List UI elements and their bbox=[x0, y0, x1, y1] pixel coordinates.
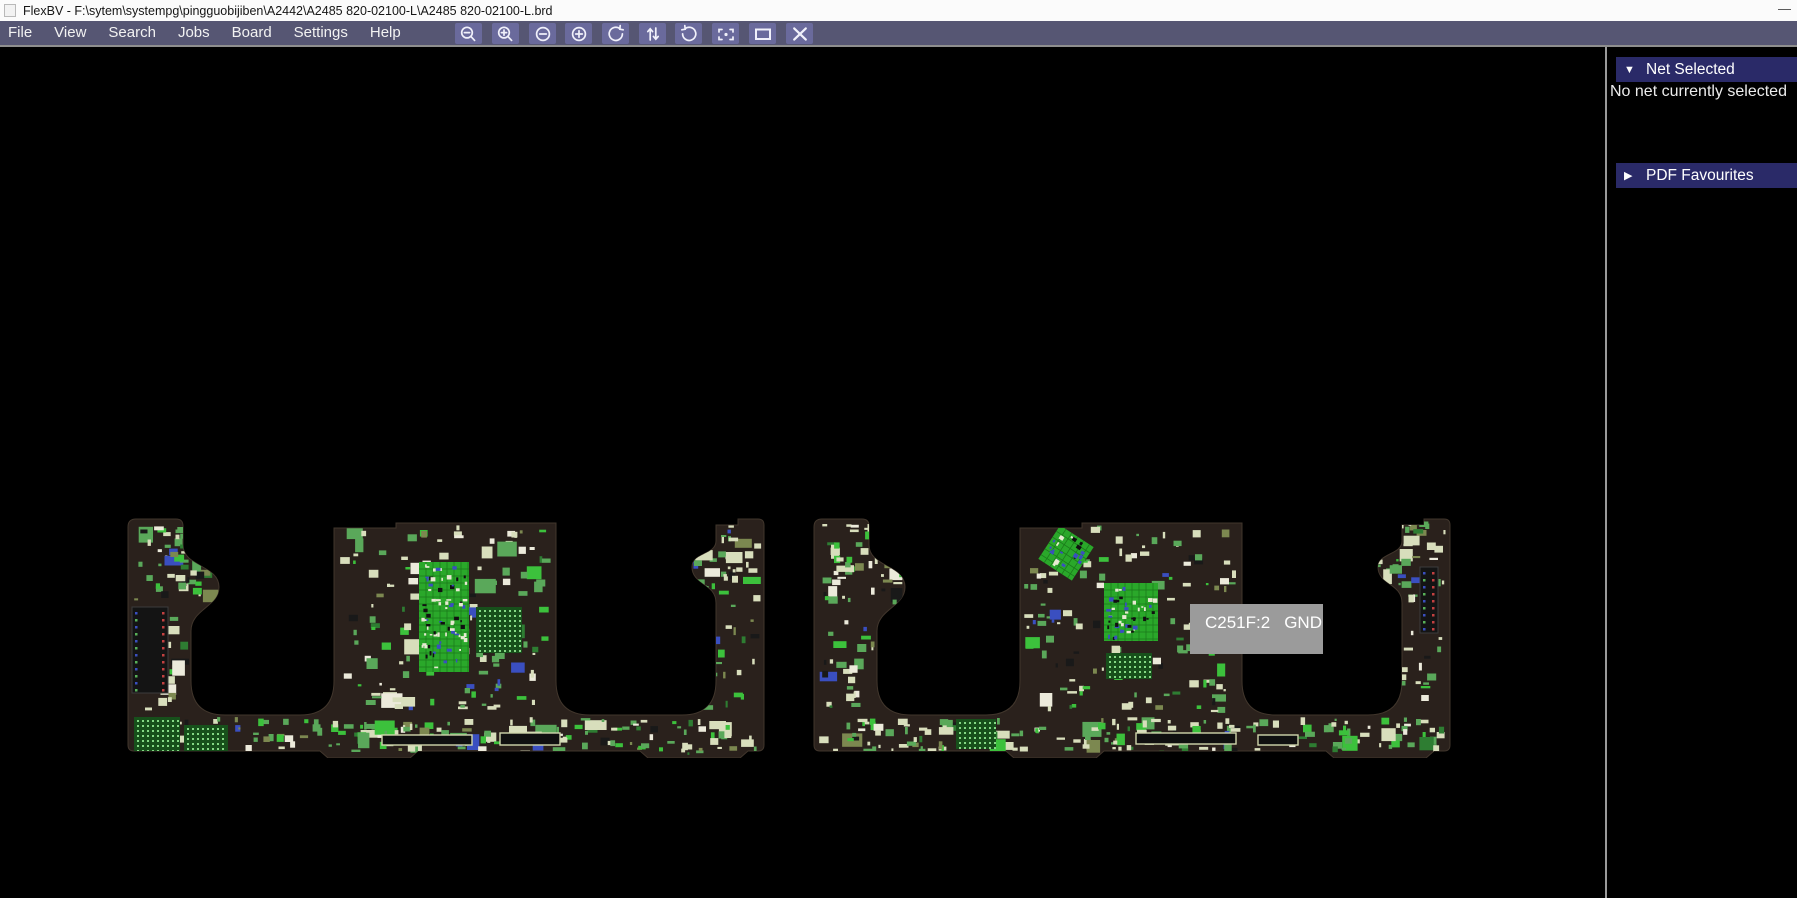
magnifier-minus-icon bbox=[460, 25, 475, 41]
pdf-favourites-panel-label: PDF Favourites bbox=[1646, 166, 1754, 184]
menu-bar: File View Search Jobs Board Settings Help bbox=[0, 21, 1797, 47]
zoom-out-lens-button[interactable] bbox=[455, 23, 482, 44]
rectangle-icon bbox=[754, 28, 771, 40]
rotate-ccw-icon bbox=[607, 24, 624, 41]
net-tooltip: C251F:2 GND bbox=[1190, 604, 1323, 654]
net-selected-panel-label: Net Selected bbox=[1646, 60, 1735, 78]
flip-vertical-icon bbox=[646, 26, 659, 41]
triangle-down-icon: ▼ bbox=[1624, 63, 1635, 76]
flip-board-button[interactable] bbox=[639, 23, 666, 44]
zoom-in-button[interactable] bbox=[565, 23, 592, 44]
menu-item-jobs[interactable]: Jobs bbox=[167, 21, 221, 45]
flexbv-window: FlexBV - F:\sytem\systempg\pingguobijibe… bbox=[0, 0, 1797, 898]
sidebar: ▼ Net Selected No net currently selected… bbox=[1607, 47, 1797, 898]
zoom-out-button[interactable] bbox=[529, 23, 556, 44]
circle-minus-icon bbox=[535, 26, 550, 41]
close-view-button[interactable] bbox=[786, 23, 813, 44]
pcb-board-bottom-view[interactable] bbox=[806, 511, 1456, 758]
close-icon bbox=[792, 26, 807, 41]
triangle-right-icon: ▶ bbox=[1624, 170, 1633, 182]
menu-item-file[interactable]: File bbox=[0, 21, 43, 45]
menu-item-view[interactable]: View bbox=[43, 21, 97, 45]
pdf-favourites-panel-header[interactable]: ▶ PDF Favourites bbox=[1616, 163, 1797, 188]
center-fit-icon bbox=[717, 28, 734, 40]
circle-plus-icon bbox=[571, 26, 586, 41]
minimize-icon[interactable]: — bbox=[1778, 1, 1791, 16]
menu-item-settings[interactable]: Settings bbox=[283, 21, 359, 45]
menu-item-board[interactable]: Board bbox=[221, 21, 283, 45]
window-title: FlexBV - F:\sytem\systempg\pingguobijibe… bbox=[23, 3, 553, 18]
net-selected-panel-header[interactable]: ▼ Net Selected bbox=[1616, 57, 1797, 82]
title-bar[interactable]: FlexBV - F:\sytem\systempg\pingguobijibe… bbox=[0, 0, 1797, 21]
main-canvas[interactable]: C251F:2 GND bbox=[0, 47, 1605, 898]
menu-item-search[interactable]: Search bbox=[97, 21, 167, 45]
pcb-board-top-view[interactable] bbox=[120, 511, 770, 758]
tooltip-component-ref: C251F:2 bbox=[1205, 613, 1271, 632]
app-icon bbox=[4, 4, 16, 17]
net-selected-status: No net currently selected bbox=[1610, 83, 1787, 100]
menu-item-help[interactable]: Help bbox=[359, 21, 412, 45]
rotate-ccw-button[interactable] bbox=[602, 23, 629, 44]
magnifier-plus-icon bbox=[497, 25, 512, 41]
tooltip-net-name: GND bbox=[1284, 613, 1322, 632]
rotate-cw-button[interactable] bbox=[675, 23, 702, 44]
zoom-in-lens-button[interactable] bbox=[492, 23, 519, 44]
rotate-cw-icon bbox=[680, 24, 697, 41]
zoom-fit-button[interactable] bbox=[712, 23, 739, 44]
window-mode-button[interactable] bbox=[749, 23, 776, 44]
